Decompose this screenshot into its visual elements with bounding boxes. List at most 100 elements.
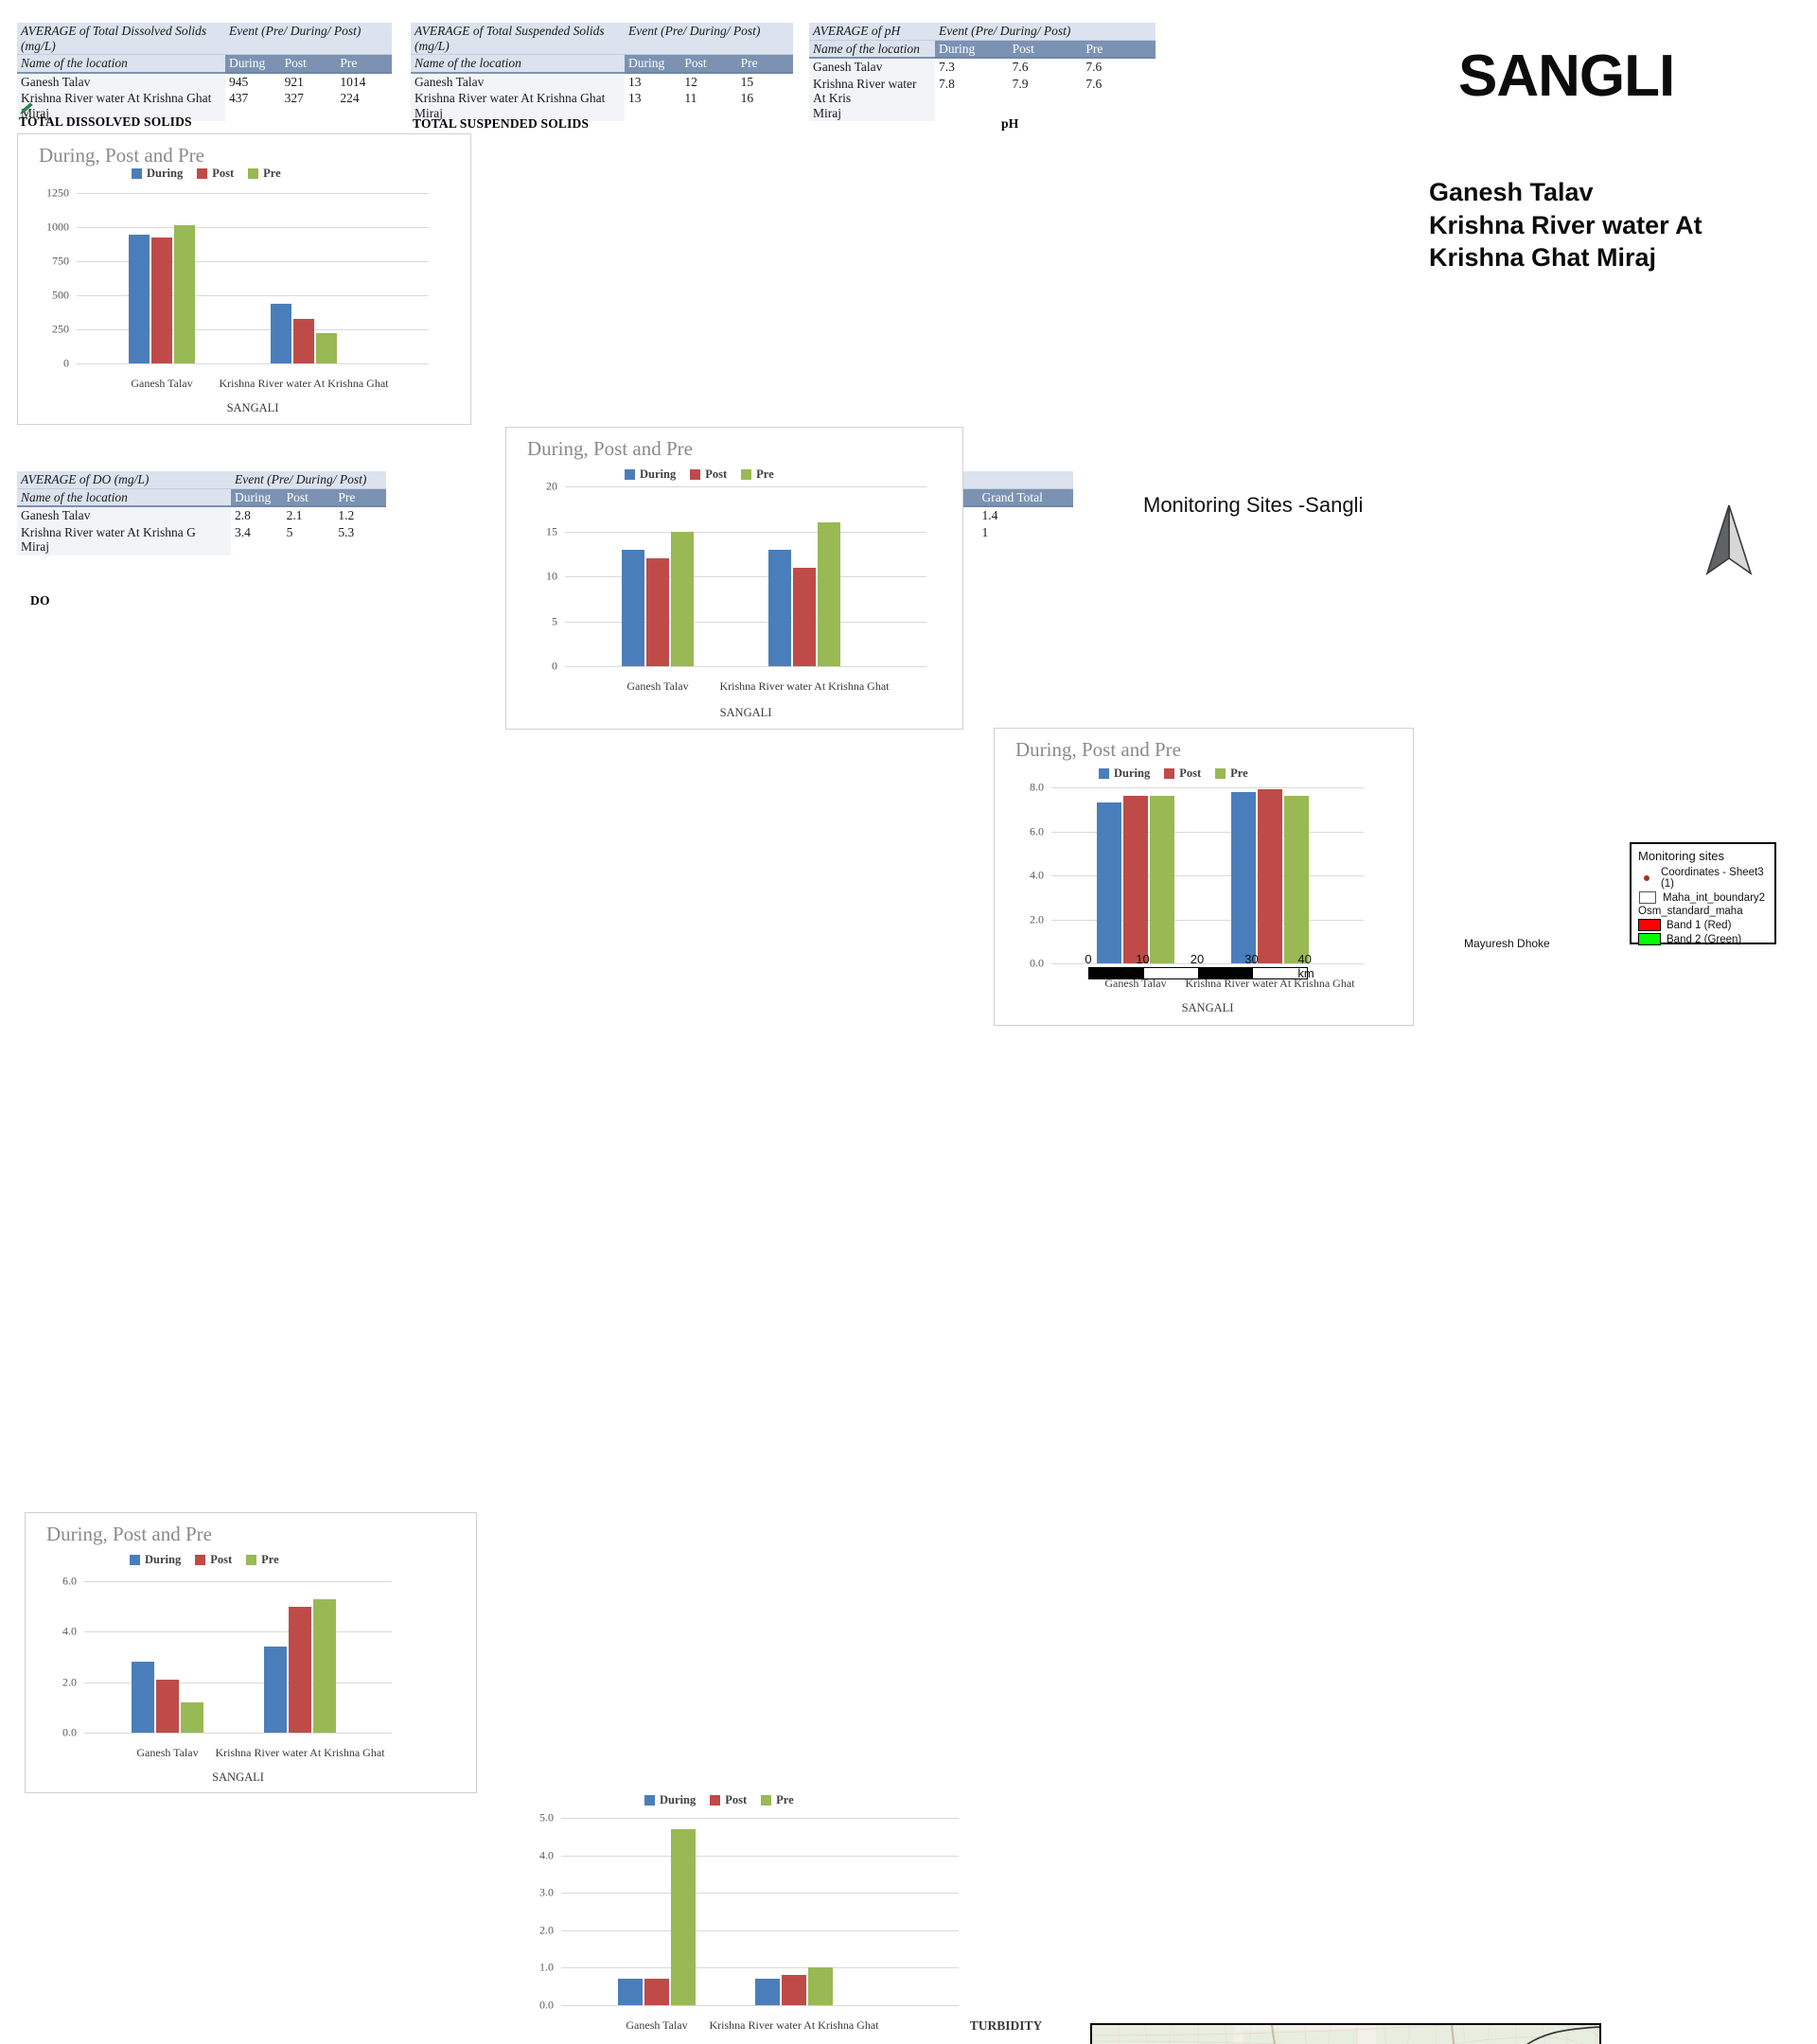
cell-post: 5 bbox=[282, 523, 335, 555]
scale-bar-graphic bbox=[1088, 967, 1308, 979]
pivot-event-header-ph: Event (Pre/ During/ Post) bbox=[935, 23, 1155, 41]
cell-grand-total: 1 bbox=[978, 523, 1073, 555]
pivot-title-tss: AVERAGE of Total Suspended Solids (mg/L) bbox=[411, 23, 625, 56]
gridline bbox=[77, 193, 429, 194]
gridline bbox=[561, 1855, 959, 1857]
pivot-col-post-tds: Post bbox=[280, 54, 337, 74]
chart-legend-ph: During Post Pre bbox=[1099, 766, 1248, 781]
cell-location: Krishna River water At Krishna G Miraj bbox=[17, 523, 231, 555]
bar-pre bbox=[671, 531, 694, 666]
map-canvas[interactable]: KRISHNA RIVER WATER AT KRISHNA GHAT MIRA… bbox=[1090, 2023, 1601, 2044]
pivot-subheader-tds: Name of the location bbox=[17, 54, 225, 74]
cell-during: 2.8 bbox=[231, 506, 283, 524]
table-row: Krishna River water At Krishna G Miraj 3.… bbox=[17, 523, 386, 555]
legend-label: During bbox=[145, 1553, 182, 1566]
north-arrow-icon bbox=[1692, 500, 1766, 585]
polygon-outline-icon bbox=[1638, 891, 1657, 904]
table-row: Krishna River water At Kris Miraj 7.8 7.9… bbox=[809, 75, 1155, 122]
legend-label: Post bbox=[705, 467, 728, 481]
cell-location-line1: Krishna River water At Krishna Ghat bbox=[21, 91, 212, 106]
pivot-event-header-tds: Event (Pre/ During/ Post) bbox=[225, 23, 392, 56]
pivot-col-post-do: Post bbox=[282, 488, 335, 508]
gridline bbox=[565, 486, 926, 487]
map-attribution: Mayuresh Dhoke bbox=[1464, 937, 1550, 950]
legend-item-post: Post bbox=[710, 1793, 747, 1807]
plot-area-turbidity: 0.0 1.0 2.0 3.0 4.0 5.0 Ganesh Talav Krishna Ri… bbox=[539, 1811, 959, 2032]
chart-legend-do: During Post Pre bbox=[130, 1553, 279, 1567]
map-raster bbox=[1092, 2025, 1599, 2044]
chart-title-tds: During, Post and Pre bbox=[39, 144, 204, 167]
band1-swatch-icon bbox=[1638, 919, 1661, 931]
legend-swatch-icon bbox=[710, 1795, 721, 1806]
bar-post bbox=[644, 1979, 669, 2005]
scale-tick: 40 km bbox=[1297, 952, 1314, 980]
gridline bbox=[84, 1581, 392, 1582]
legend-swatch-icon bbox=[761, 1795, 772, 1806]
legend-label: During bbox=[640, 467, 677, 481]
legend-label: Pre bbox=[776, 1793, 794, 1806]
scale-tick-labels: 0 10 20 30 40 km bbox=[1085, 952, 1315, 980]
gridline bbox=[84, 1631, 392, 1633]
legend-label: Pre bbox=[261, 1553, 279, 1566]
gridline bbox=[565, 576, 926, 577]
gridline bbox=[561, 2005, 959, 2006]
x-axis-tick-label: Krishna River water At Krishna Ghat bbox=[709, 2018, 879, 2032]
x-axis-tick-label: Krishna River water At Krishna Ghat bbox=[215, 1746, 385, 1759]
legend-row-coordinates: Coordinates - Sheet3 (1) bbox=[1638, 867, 1768, 890]
bar-pre bbox=[174, 224, 195, 363]
chart-label-ph: pH bbox=[1001, 116, 1019, 131]
gridline bbox=[561, 1818, 959, 1819]
legend-item-pre: Pre bbox=[741, 467, 774, 482]
cell-location-line2: Miraj bbox=[21, 539, 49, 555]
bar-pre bbox=[1150, 796, 1174, 963]
legend-swatch-icon bbox=[246, 1555, 257, 1565]
pivot-col-post-tss: Post bbox=[680, 54, 737, 74]
pivot-col-pre-do: Pre bbox=[334, 488, 386, 508]
legend-label-band2: Band 2 (Green) bbox=[1667, 933, 1742, 945]
pivot-col-during-tss: During bbox=[625, 54, 681, 74]
bar-post bbox=[782, 1975, 806, 2005]
legend-swatch-icon bbox=[195, 1555, 206, 1565]
legend-label: During bbox=[1114, 766, 1151, 780]
legend-label: Pre bbox=[1230, 766, 1248, 780]
bar-post bbox=[646, 558, 669, 666]
x-axis-title-do: SANGALI bbox=[212, 1771, 264, 1784]
plot-area-tss: 0 5 10 15 20 Ganesh Talav Krishna River water … bbox=[546, 480, 926, 693]
gridline bbox=[84, 1733, 392, 1734]
x-axis-tick-label: Krishna River water At Krishna Ghat bbox=[719, 679, 890, 693]
y-axis-tick-label: 2.0 bbox=[1030, 912, 1044, 925]
legend-item-post: Post bbox=[690, 467, 727, 482]
bar-during bbox=[618, 1979, 643, 2005]
legend-item-post: Post bbox=[1164, 766, 1201, 781]
x-axis-title-tss: SANGALI bbox=[719, 706, 772, 719]
chart-label-tss: TOTAL SUSPENDED SOLIDS bbox=[413, 116, 590, 131]
map-legend: Monitoring sites Coordinates - Sheet3 (1… bbox=[1630, 842, 1776, 945]
x-axis-title-tds: SANGALI bbox=[226, 401, 279, 414]
bar-during bbox=[755, 1979, 780, 2005]
y-axis-tick-label: 6.0 bbox=[62, 1574, 77, 1588]
bar-post bbox=[289, 1606, 311, 1733]
chart-legend-tds: During Post Pre bbox=[132, 167, 281, 181]
y-axis-tick-label: 0.0 bbox=[1030, 956, 1044, 970]
chart-tds: During, Post and Pre During Post Pre 0 250 500… bbox=[17, 133, 471, 425]
y-axis-tick-label: 6.0 bbox=[1030, 824, 1044, 837]
cell-during: 3.4 bbox=[231, 523, 283, 555]
legend-row-band2: Band 2 (Green) bbox=[1638, 933, 1768, 945]
y-axis-tick-label: 0.0 bbox=[62, 1725, 77, 1739]
legend-item-post: Post bbox=[197, 167, 234, 181]
legend-item-during: During bbox=[130, 1553, 181, 1567]
pivot-subheader-ph: Name of the location bbox=[809, 40, 935, 60]
cell-post: 921 bbox=[280, 72, 337, 91]
cell-location-line2: Miraj bbox=[813, 105, 841, 120]
chart-ph: During, Post and Pre During Post Pre 0.0 2.0 4… bbox=[994, 728, 1414, 1026]
legend-item-post: Post bbox=[195, 1553, 232, 1567]
pivot-table-tss: AVERAGE of Total Suspended Solids (mg/L)… bbox=[411, 23, 793, 122]
bar-post bbox=[793, 567, 816, 666]
legend-item-pre: Pre bbox=[1215, 766, 1248, 781]
cell-post: 11 bbox=[680, 90, 737, 122]
y-axis-tick-label: 0 bbox=[552, 659, 557, 673]
bar-pre bbox=[808, 1967, 833, 2005]
banner-subtitle-line-2: Krishna River water At bbox=[1429, 210, 1702, 239]
y-axis-tick-label: 4.0 bbox=[1030, 868, 1044, 882]
cell-post: 7.6 bbox=[1008, 58, 1083, 76]
